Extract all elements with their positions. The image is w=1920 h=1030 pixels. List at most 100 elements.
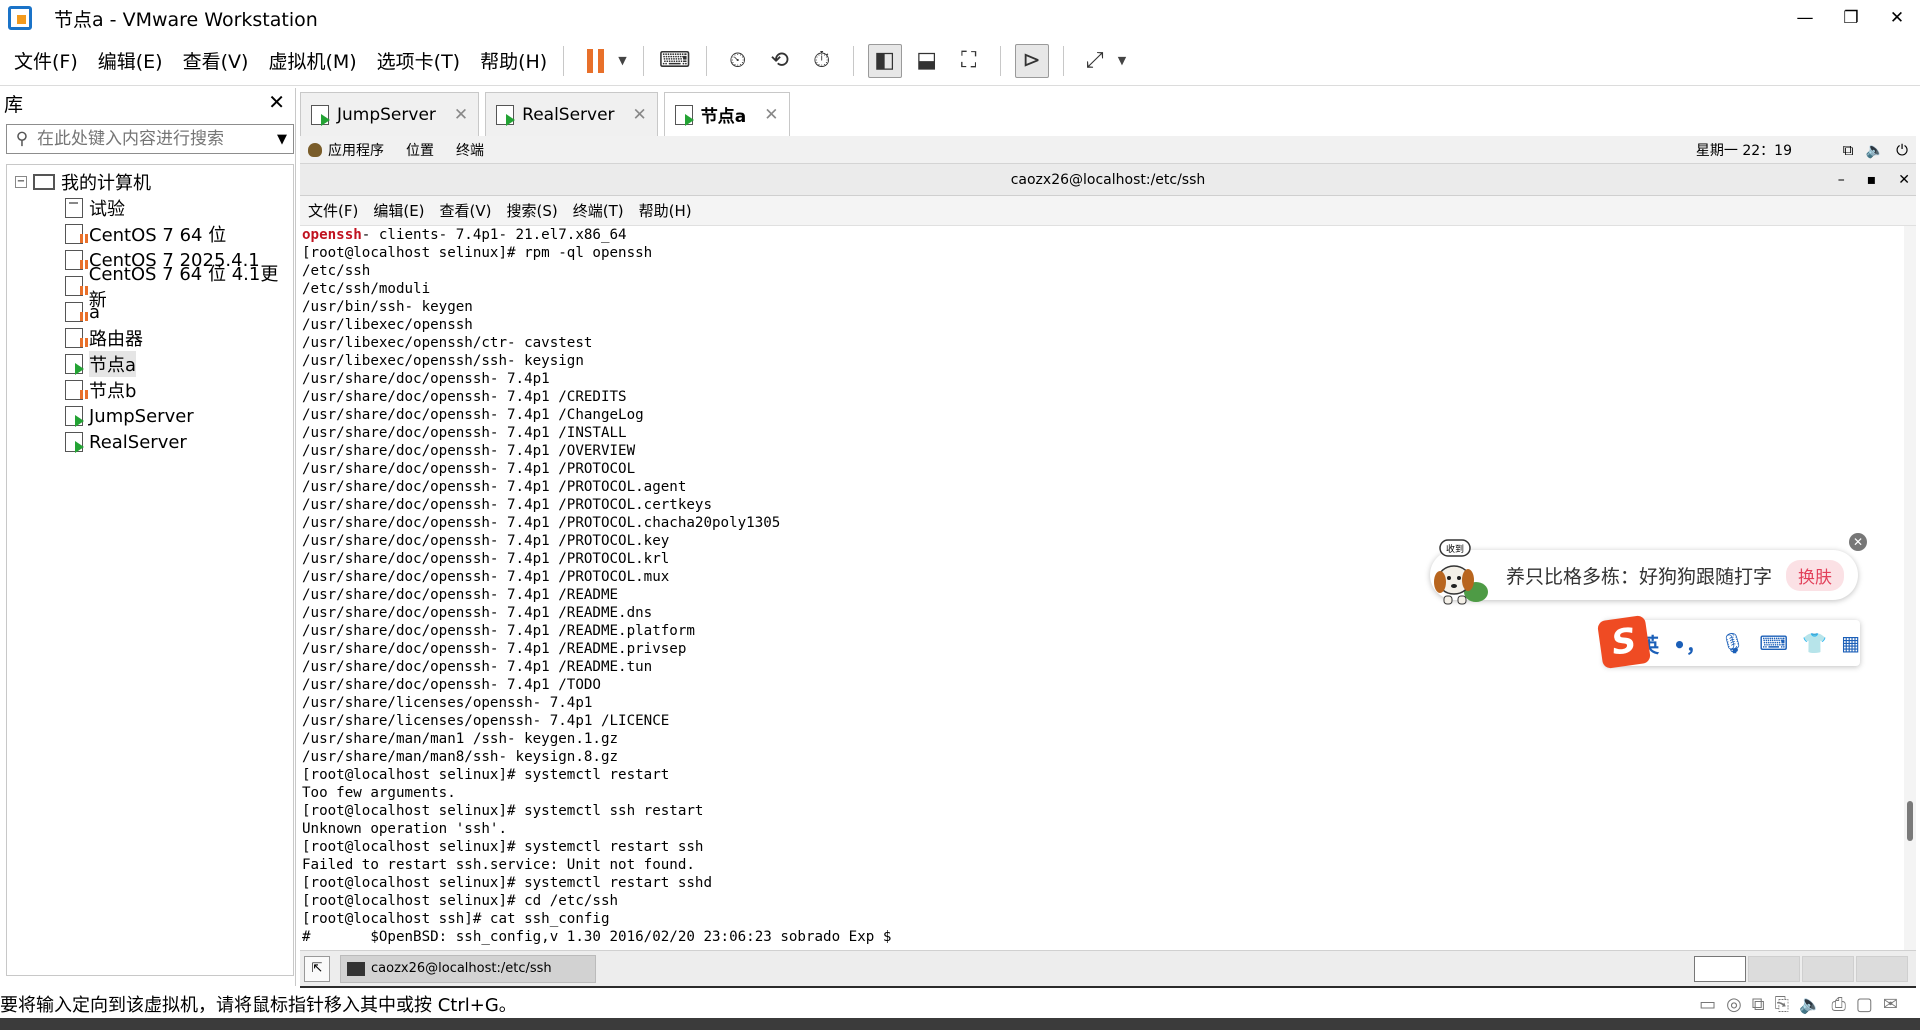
- volume-icon[interactable]: 🔈: [1865, 141, 1884, 159]
- dog-paw: [1443, 595, 1453, 605]
- terminal-menu-file[interactable]: 文件(F): [308, 200, 358, 221]
- sound-card-icon[interactable]: 🔈: [1799, 994, 1821, 1015]
- tab-close-icon[interactable]: ✕: [633, 105, 647, 125]
- maximize-button[interactable]: ❐: [1828, 0, 1874, 36]
- vm-running-icon: [65, 354, 84, 375]
- fit-window-icon[interactable]: ⛶: [952, 44, 986, 78]
- terminal-menu-view[interactable]: 查看(V): [440, 200, 492, 221]
- terminal-menu-help[interactable]: 帮助(H): [639, 200, 692, 221]
- tab-jumpserver[interactable]: JumpServer ✕: [300, 92, 480, 136]
- terminal-highlight: openssh: [302, 227, 362, 243]
- revert-snapshot-icon[interactable]: ⟲: [763, 44, 797, 78]
- console-view-icon[interactable]: ⊳: [1014, 43, 1049, 78]
- menu-file[interactable]: 文件(F): [14, 47, 78, 74]
- terminal-line: /usr/share/licenses/openssh- 7.4p1 /LICE…: [302, 713, 670, 729]
- terminal-minimize-button[interactable]: –: [1838, 172, 1845, 188]
- hard-disk-icon[interactable]: ▭: [1699, 994, 1716, 1015]
- tree-item-vm[interactable]: 路由器: [7, 325, 293, 351]
- tab-label: JumpServer: [337, 104, 436, 125]
- tree-item-vm[interactable]: RealServer: [7, 429, 293, 455]
- workspace-3[interactable]: [1802, 955, 1854, 982]
- workspace-1[interactable]: [1694, 955, 1746, 982]
- terminal-line: /usr/share/man/man8/ssh- keysign.8.gz: [302, 749, 619, 765]
- tab-close-icon[interactable]: ✕: [764, 105, 778, 125]
- terminal-menu-search[interactable]: 搜索(S): [507, 200, 558, 221]
- tree-item-vm[interactable]: 试验: [7, 195, 293, 221]
- taskbar-terminal-item[interactable]: caozx26@localhost:/etc/ssh: [340, 954, 596, 983]
- terminal-line: /usr/share/doc/openssh- 7.4p1 /OVERVIEW: [302, 443, 636, 459]
- library-search-input[interactable]: [37, 129, 247, 149]
- thumbnail-bar-icon[interactable]: ⬓: [910, 44, 944, 78]
- show-desktop-icon[interactable]: ⇱: [304, 955, 330, 982]
- gnome-places-menu[interactable]: 位置: [406, 140, 434, 160]
- send-ctrl-alt-del-icon[interactable]: ⌨: [658, 44, 692, 78]
- gnome-clock[interactable]: 星期一 22：19: [1696, 140, 1792, 160]
- ime-change-skin-button[interactable]: 换肤: [1786, 560, 1844, 591]
- keyboard-icon[interactable]: ⌨: [1759, 631, 1788, 655]
- message-icon[interactable]: ✉: [1883, 994, 1898, 1015]
- menu-vm[interactable]: 虚拟机(M): [268, 47, 356, 74]
- terminal-close-button[interactable]: ✕: [1898, 172, 1910, 188]
- tree-item-vm[interactable]: JumpServer: [7, 403, 293, 429]
- vm-tabs: JumpServer ✕ RealServer ✕ 节点a ✕: [300, 92, 796, 136]
- search-dropdown-icon[interactable]: ▼: [277, 132, 287, 147]
- pause-icon[interactable]: [578, 44, 612, 78]
- ime-bubble-close-icon[interactable]: ✕: [1849, 533, 1867, 551]
- tree-item-vm[interactable]: CentOS 7 64 位 4.1更新: [7, 264, 293, 311]
- skin-icon[interactable]: 👕: [1802, 631, 1827, 655]
- snapshot-icon[interactable]: ⏲: [721, 44, 755, 78]
- snapshot-manager-icon[interactable]: ⏱: [805, 44, 839, 78]
- taskbar-terminal-label: caozx26@localhost:/etc/ssh: [371, 961, 552, 976]
- tab-close-icon[interactable]: ✕: [454, 105, 468, 125]
- terminal-line: /usr/libexec/openssh/ssh- keysign: [302, 353, 584, 369]
- network-adapter-icon[interactable]: ⧉: [1752, 994, 1765, 1015]
- ime-punctuation-toggle[interactable]: •，: [1673, 629, 1706, 658]
- network-icon[interactable]: ⧉: [1843, 141, 1854, 159]
- gnome-system-tray[interactable]: ⧉ 🔈 ⏻: [1843, 141, 1908, 159]
- display-icon[interactable]: ▢: [1856, 994, 1873, 1015]
- menu-tabs[interactable]: 选项卡(T): [377, 47, 460, 74]
- tree-item-vm[interactable]: 节点b: [7, 377, 293, 403]
- sogou-ime-logo-icon[interactable]: S: [1596, 614, 1652, 670]
- library-close-icon[interactable]: ✕: [268, 90, 285, 114]
- gnome-applications-menu[interactable]: 应用程序: [328, 140, 384, 160]
- terminal-window-controls: – ▪ ✕: [1838, 172, 1910, 188]
- tab-realserver[interactable]: RealServer ✕: [485, 92, 658, 136]
- terminal-line: Failed to restart ssh.service: Unit not …: [302, 857, 695, 873]
- cd-dvd-icon[interactable]: ◎: [1726, 994, 1742, 1015]
- toolbox-grid-icon[interactable]: ▦: [1841, 631, 1860, 655]
- workspace-2[interactable]: [1748, 955, 1800, 982]
- terminal-scrollbar[interactable]: [1904, 226, 1916, 950]
- tab-node-a[interactable]: 节点a ✕: [663, 92, 790, 136]
- tab-label: RealServer: [522, 104, 615, 125]
- minimize-button[interactable]: —: [1782, 0, 1828, 36]
- microphone-icon[interactable]: 🎙: [1720, 631, 1745, 655]
- gnome-terminal-menu[interactable]: 终端: [456, 140, 484, 160]
- terminal-menu-edit[interactable]: 编辑(E): [373, 200, 424, 221]
- menu-edit[interactable]: 编辑(E): [98, 47, 163, 74]
- menu-help[interactable]: 帮助(H): [480, 47, 547, 74]
- terminal-menu-terminal[interactable]: 终端(T): [573, 200, 624, 221]
- full-screen-dropdown-icon[interactable]: ▼: [1118, 54, 1126, 67]
- tree-item-vm-selected[interactable]: 节点a: [7, 351, 293, 377]
- tree-item-vm[interactable]: CentOS 7 64 位: [7, 221, 293, 247]
- usb-icon[interactable]: ⎘: [1775, 994, 1789, 1015]
- terminal-maximize-button[interactable]: ▪: [1867, 172, 1877, 188]
- device-status-icons: ▭ ◎ ⧉ ⎘ 🔈 ⎙ ▢ ✉: [1699, 994, 1898, 1015]
- ime-bubble-message: 养只比格多栋：好狗狗跟随打字: [1506, 565, 1773, 588]
- tree-root-my-computer[interactable]: − 我的计算机: [7, 169, 293, 195]
- workspace-4[interactable]: [1856, 955, 1908, 982]
- power-dropdown-icon[interactable]: ▼: [618, 54, 626, 67]
- terminal-line: # $OpenBSD: ssh_config,v 1.30 2016/02/20…: [302, 929, 892, 945]
- collapse-icon[interactable]: −: [15, 176, 27, 188]
- show-library-icon[interactable]: ◧: [867, 43, 902, 78]
- tab-label: 节点a: [700, 107, 747, 127]
- menu-view[interactable]: 查看(V): [183, 47, 249, 74]
- close-button[interactable]: ✕: [1874, 0, 1920, 36]
- power-icon[interactable]: ⏻: [1896, 141, 1908, 159]
- window-title: 节点a - VMware Workstation: [54, 8, 318, 31]
- terminal-scrollbar-thumb[interactable]: [1907, 801, 1913, 841]
- library-header: 库 ✕: [0, 88, 295, 118]
- printer-icon[interactable]: ⎙: [1831, 994, 1845, 1015]
- full-screen-icon[interactable]: ⤢: [1078, 44, 1112, 78]
